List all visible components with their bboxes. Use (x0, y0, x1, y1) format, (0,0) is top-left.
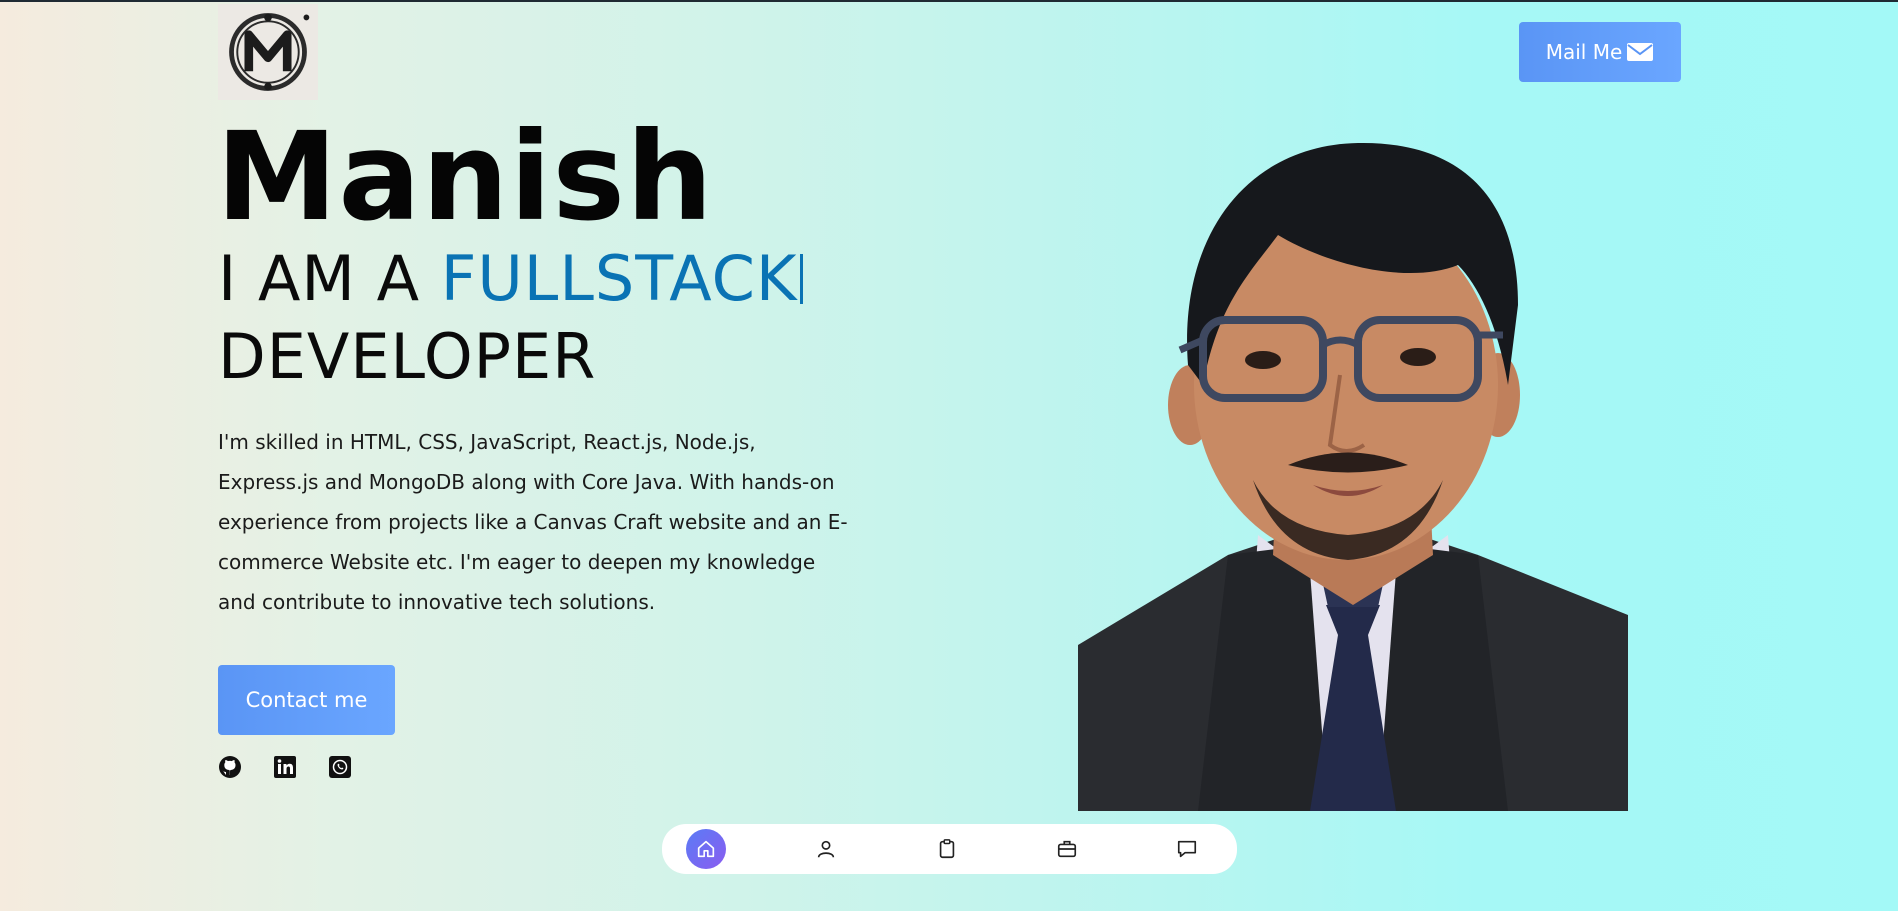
nav-home[interactable] (686, 829, 726, 869)
nav-resume[interactable] (927, 829, 967, 869)
nav-contact[interactable] (1167, 829, 1207, 869)
portrait-illustration (1078, 142, 1628, 811)
hero-role: I AM A FULLSTACK DEVELOPER (218, 240, 803, 396)
bottom-nav (662, 824, 1237, 874)
mail-me-label: Mail Me (1545, 40, 1623, 64)
mail-me-button[interactable]: Mail Me (1519, 22, 1681, 82)
social-links (218, 755, 352, 779)
nav-about[interactable] (806, 829, 846, 869)
top-border (0, 0, 1898, 2)
profile-photo (1078, 135, 1628, 811)
monogram-m-logo (229, 13, 310, 91)
briefcase-icon (1057, 840, 1076, 858)
logo[interactable] (218, 4, 318, 100)
whatsapp-link[interactable] (328, 755, 352, 779)
role-suffix: DEVELOPER (218, 320, 597, 393)
typing-cursor (799, 254, 803, 304)
hero-bio: I'm skilled in HTML, CSS, JavaScript, Re… (218, 430, 848, 614)
clipboard-icon (939, 839, 954, 859)
github-icon (219, 756, 241, 778)
envelope-icon (1627, 43, 1654, 61)
linkedin-link[interactable] (273, 755, 297, 779)
user-icon (818, 840, 835, 858)
github-link[interactable] (218, 755, 242, 779)
home-icon (697, 840, 715, 858)
role-highlight: FULLSTACK (440, 242, 798, 315)
hero-name: Manish (216, 106, 714, 248)
role-prefix: I AM A (218, 242, 441, 315)
linkedin-icon (274, 756, 296, 778)
message-icon (1177, 840, 1197, 858)
contact-me-button[interactable]: Contact me (218, 665, 395, 735)
whatsapp-icon (329, 756, 351, 778)
nav-projects[interactable] (1047, 829, 1087, 869)
